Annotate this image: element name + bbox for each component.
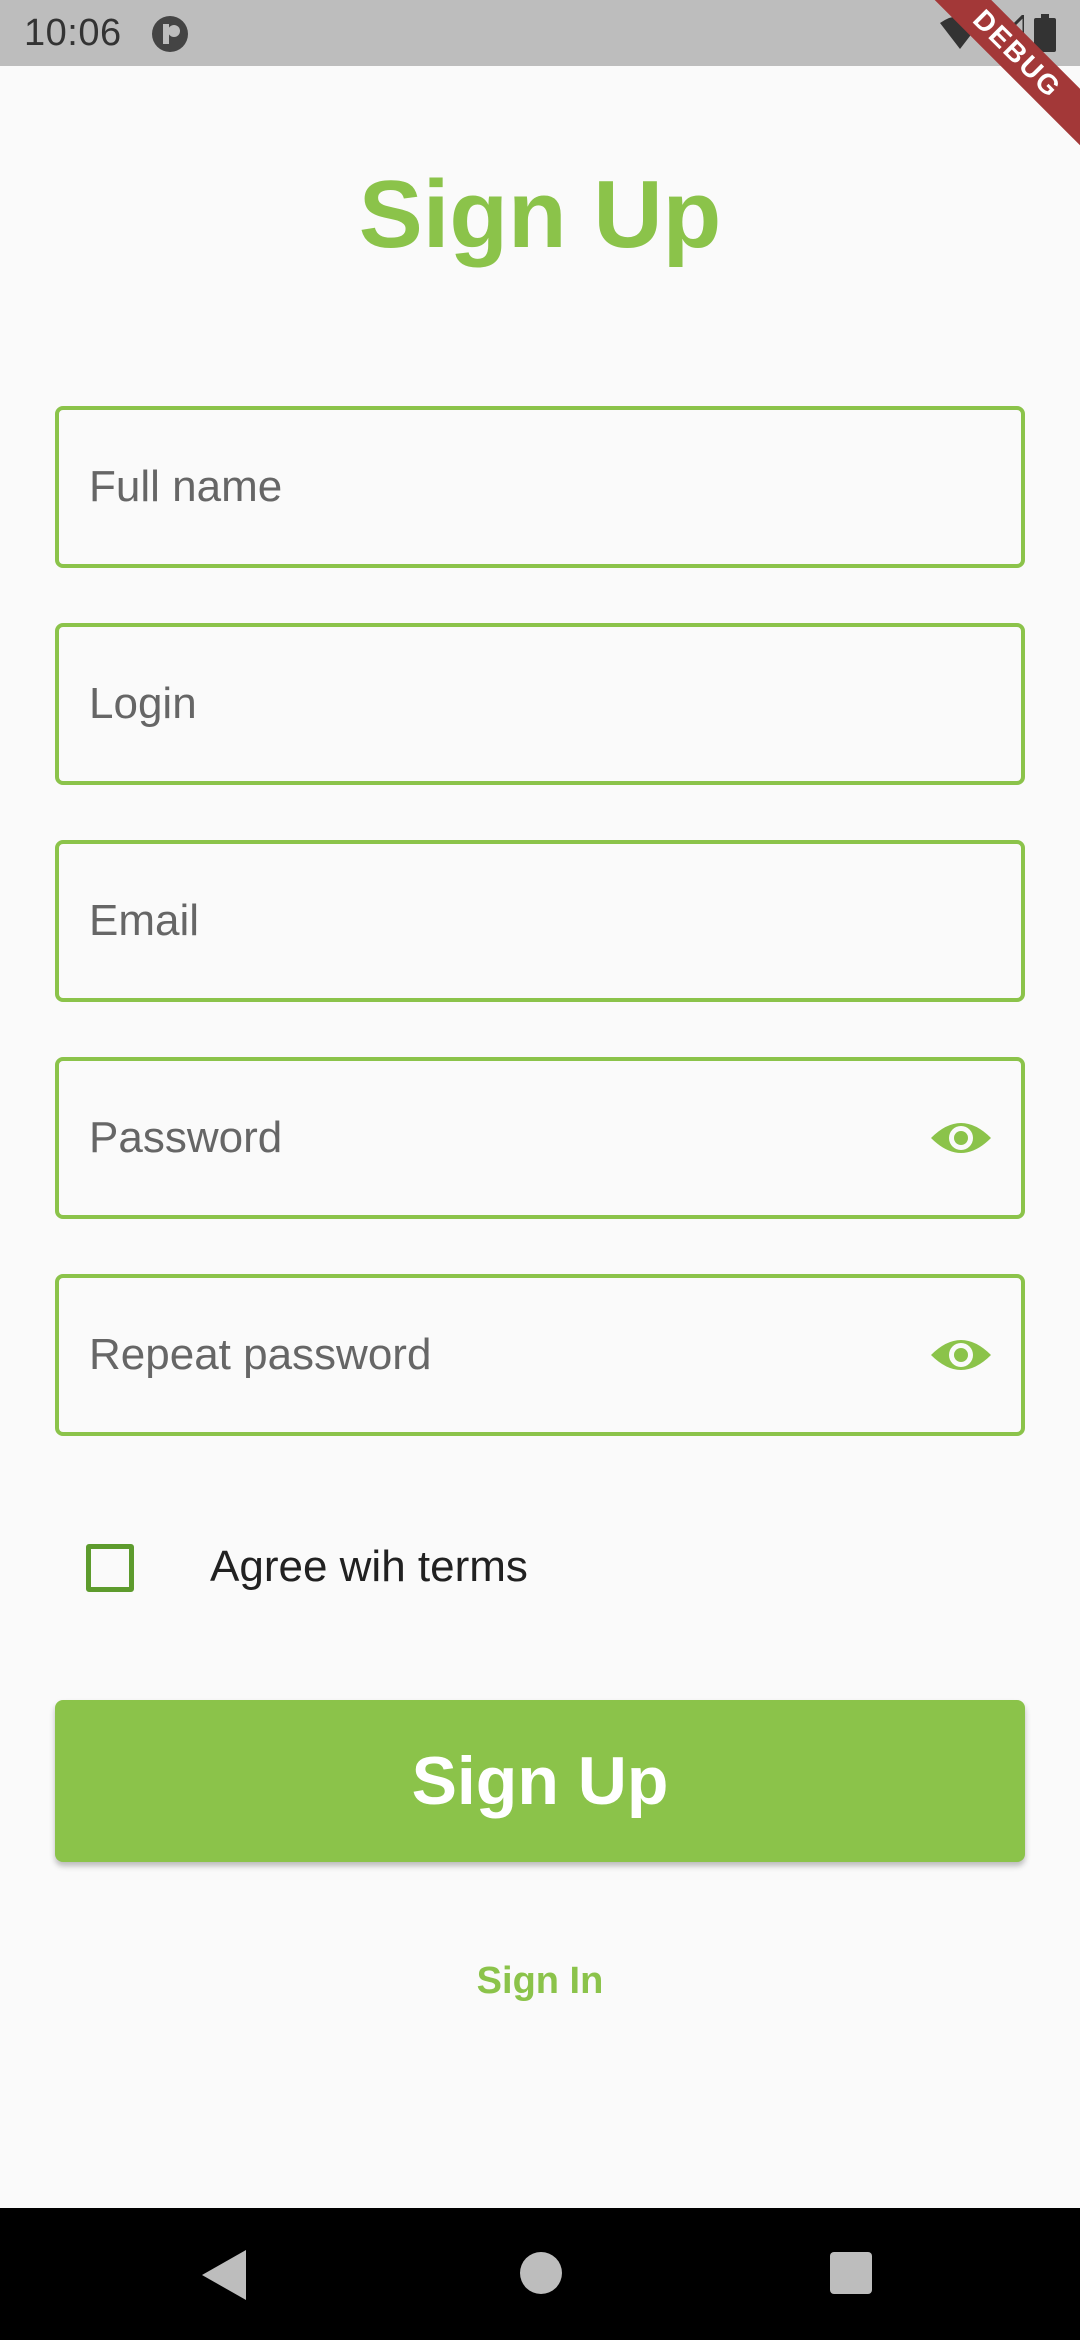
app-notification-icon	[152, 16, 188, 52]
signup-button[interactable]: Sign Up	[55, 1700, 1025, 1862]
status-bar: 10:06	[0, 0, 1080, 66]
login-field[interactable]	[55, 623, 1025, 785]
status-time: 10:06	[24, 12, 122, 54]
system-nav-bar	[0, 2208, 1080, 2340]
login-input[interactable]	[89, 679, 1021, 729]
terms-checkbox[interactable]	[86, 1544, 134, 1592]
page-title: Sign Up	[358, 161, 722, 268]
back-icon[interactable]	[200, 2248, 248, 2302]
repeat-password-input[interactable]	[89, 1330, 929, 1380]
repeat-password-field[interactable]	[55, 1274, 1025, 1436]
home-icon[interactable]	[520, 2252, 562, 2294]
email-input[interactable]	[89, 896, 1021, 946]
full-name-input[interactable]	[89, 462, 1021, 512]
full-name-field[interactable]	[55, 406, 1025, 568]
password-input[interactable]	[89, 1113, 929, 1163]
show-password-eye-icon[interactable]	[929, 1116, 993, 1160]
password-field[interactable]	[55, 1057, 1025, 1219]
terms-label: Agree wih terms	[210, 1542, 528, 1591]
signup-screen: 10:06 DEBUG Sign Up Full name Login Emai…	[0, 0, 1080, 2340]
recents-icon[interactable]	[830, 2252, 872, 2294]
signin-link[interactable]: Sign In	[0, 1960, 1080, 2003]
email-field[interactable]	[55, 840, 1025, 1002]
show-repeat-password-eye-icon[interactable]	[929, 1333, 993, 1377]
